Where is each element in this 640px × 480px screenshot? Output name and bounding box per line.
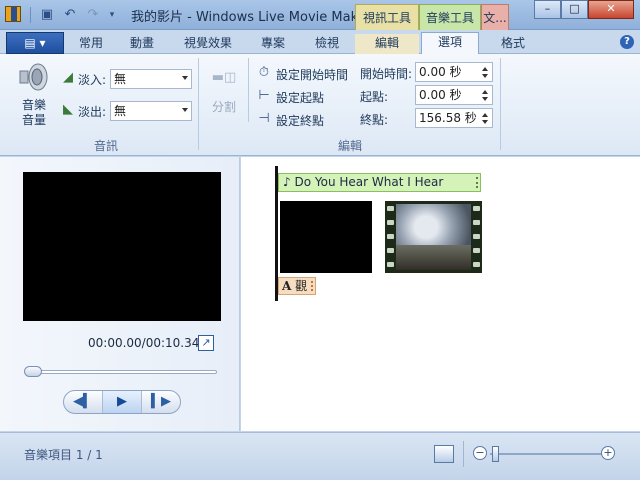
- previous-frame-icon[interactable]: ◀▍: [64, 391, 103, 413]
- ribbon-tabs: ▤ ▾ 常用 動畫 視覺效果 專案 檢視 編輯 選項 格式 ?: [0, 30, 640, 55]
- zoom-thumb[interactable]: [492, 446, 499, 462]
- text-icon: A: [282, 279, 292, 293]
- timecode: 00:00.00/00:10.34: [88, 336, 200, 350]
- zoom-in-icon[interactable]: +: [601, 446, 615, 460]
- split-icon: ▬◫: [211, 70, 237, 85]
- fade-out-select[interactable]: 無: [110, 101, 192, 121]
- next-frame-icon[interactable]: ▍▶: [142, 391, 180, 413]
- tab-home[interactable]: 常用: [70, 34, 112, 54]
- music-clip[interactable]: ♪ Do You Hear What I Hear: [278, 173, 481, 192]
- redo-icon[interactable]: ↷: [84, 6, 102, 24]
- film-perforation: [473, 206, 480, 211]
- zoom-slider[interactable]: [490, 453, 605, 455]
- help-icon[interactable]: ?: [620, 35, 634, 49]
- set-end-point-button[interactable]: 設定終點: [276, 112, 324, 129]
- set-start-time-button[interactable]: 設定開始時間: [276, 66, 348, 83]
- film-perforation: [473, 220, 480, 225]
- film-perforation: [387, 206, 394, 211]
- film-perforation: [473, 234, 480, 239]
- play-icon[interactable]: ▶: [103, 391, 142, 413]
- window-title: 我的影片 - Windows Live Movie Maker: [131, 10, 371, 25]
- start-time-label: 開始時間:: [360, 67, 413, 81]
- save-icon[interactable]: ▣: [38, 6, 56, 24]
- video-preview-screen[interactable]: [23, 172, 221, 321]
- minimize-button[interactable]: –: [534, 0, 561, 19]
- fade-in-icon: ◢: [63, 70, 73, 85]
- file-menu-button[interactable]: ▤ ▾: [6, 32, 64, 54]
- start-point-input[interactable]: 0.00 秒: [415, 85, 493, 105]
- context-tab-text-tools: 文...: [481, 4, 509, 30]
- app-icon[interactable]: [5, 6, 21, 22]
- context-tab-video-tools: 視訊工具: [355, 4, 419, 30]
- music-note-icon: ♪: [283, 175, 291, 189]
- set-start-point-button[interactable]: 設定起點: [276, 89, 324, 106]
- group-separator: [248, 58, 249, 122]
- caption-clip-text: 觀: [295, 279, 308, 293]
- speaker-icon[interactable]: [18, 62, 48, 92]
- music-clip-title: Do You Hear What I Hear: [294, 175, 444, 189]
- set-start-point-icon: ⊢: [258, 88, 270, 103]
- maximize-button[interactable]: □: [561, 0, 588, 19]
- tab-edit[interactable]: 編輯: [355, 34, 419, 54]
- film-perforation: [473, 262, 480, 267]
- tab-visual-effects[interactable]: 視覺效果: [176, 34, 240, 54]
- playback-controls: ◀▍ ▶ ▍▶: [63, 390, 181, 414]
- group-separator: [500, 58, 501, 150]
- music-volume-label[interactable]: 音樂音量: [22, 98, 46, 128]
- tab-project[interactable]: 專案: [250, 34, 296, 54]
- fade-in-label: 淡入:: [78, 73, 107, 87]
- chevron-down-icon[interactable]: ▾: [103, 6, 121, 24]
- status-bar: 音樂項目 1 / 1 − +: [0, 432, 640, 480]
- ribbon: 音樂音量 ◢ 淡入: 無 ◣ 淡出: 無 音訊 ▬◫ 分割 ⏱ 設定開始時間 ⊢…: [0, 54, 640, 156]
- start-time-input[interactable]: 0.00 秒: [415, 62, 493, 82]
- audio-group-label: 音訊: [93, 139, 118, 153]
- set-end-point-icon: ⊣: [258, 111, 270, 126]
- seek-bar[interactable]: [25, 370, 217, 374]
- context-tab-music-tools: 音樂工具: [419, 4, 481, 30]
- group-separator: [198, 58, 199, 150]
- fade-out-icon: ◣: [63, 102, 73, 117]
- storyboard: ♪ Do You Hear What I Hear A 觀: [241, 157, 640, 431]
- end-point-label: 終點:: [360, 113, 389, 127]
- trim-handle[interactable]: [311, 281, 313, 291]
- zoom-out-icon[interactable]: −: [473, 446, 487, 460]
- fade-out-label: 淡出:: [78, 105, 107, 119]
- status-text: 音樂項目 1 / 1: [24, 448, 103, 462]
- thumbnail-size-icon[interactable]: [434, 445, 454, 463]
- caption-clip[interactable]: A 觀: [278, 277, 316, 295]
- stopwatch-icon: ⏱: [258, 65, 270, 80]
- status-separator: [463, 441, 464, 467]
- fade-in-select[interactable]: 無: [110, 69, 192, 89]
- start-point-label: 起點:: [360, 90, 389, 104]
- window-controls: – □ ✕: [534, 0, 634, 19]
- tab-animations[interactable]: 動畫: [120, 34, 164, 54]
- tab-options[interactable]: 選項: [421, 32, 479, 55]
- end-point-input[interactable]: 156.58 秒: [415, 108, 493, 128]
- film-perforation: [387, 262, 394, 267]
- tab-format[interactable]: 格式: [488, 34, 538, 54]
- preview-pane: 00:00.00/00:10.34 ↗ ◀▍ ▶ ▍▶: [0, 157, 240, 431]
- film-perforation: [387, 248, 394, 253]
- edit-group-label: 編輯: [337, 139, 362, 153]
- seek-thumb[interactable]: [24, 366, 42, 377]
- clip-thumbnail: [396, 204, 471, 270]
- tab-view[interactable]: 檢視: [304, 34, 350, 54]
- video-clip-photo[interactable]: [385, 201, 482, 273]
- qat-separator: [30, 7, 31, 23]
- title-bar: ▣ ↶ ↷ ▾ 我的影片 - Windows Live Movie Maker …: [0, 0, 640, 30]
- film-perforation: [473, 248, 480, 253]
- split-button[interactable]: 分割: [212, 98, 236, 115]
- video-clip-black[interactable]: [280, 201, 372, 273]
- undo-icon[interactable]: ↶: [61, 6, 79, 24]
- trim-handle[interactable]: [476, 177, 478, 188]
- close-button[interactable]: ✕: [588, 0, 634, 19]
- film-perforation: [387, 220, 394, 225]
- fullscreen-icon[interactable]: ↗: [198, 335, 214, 351]
- film-perforation: [387, 234, 394, 239]
